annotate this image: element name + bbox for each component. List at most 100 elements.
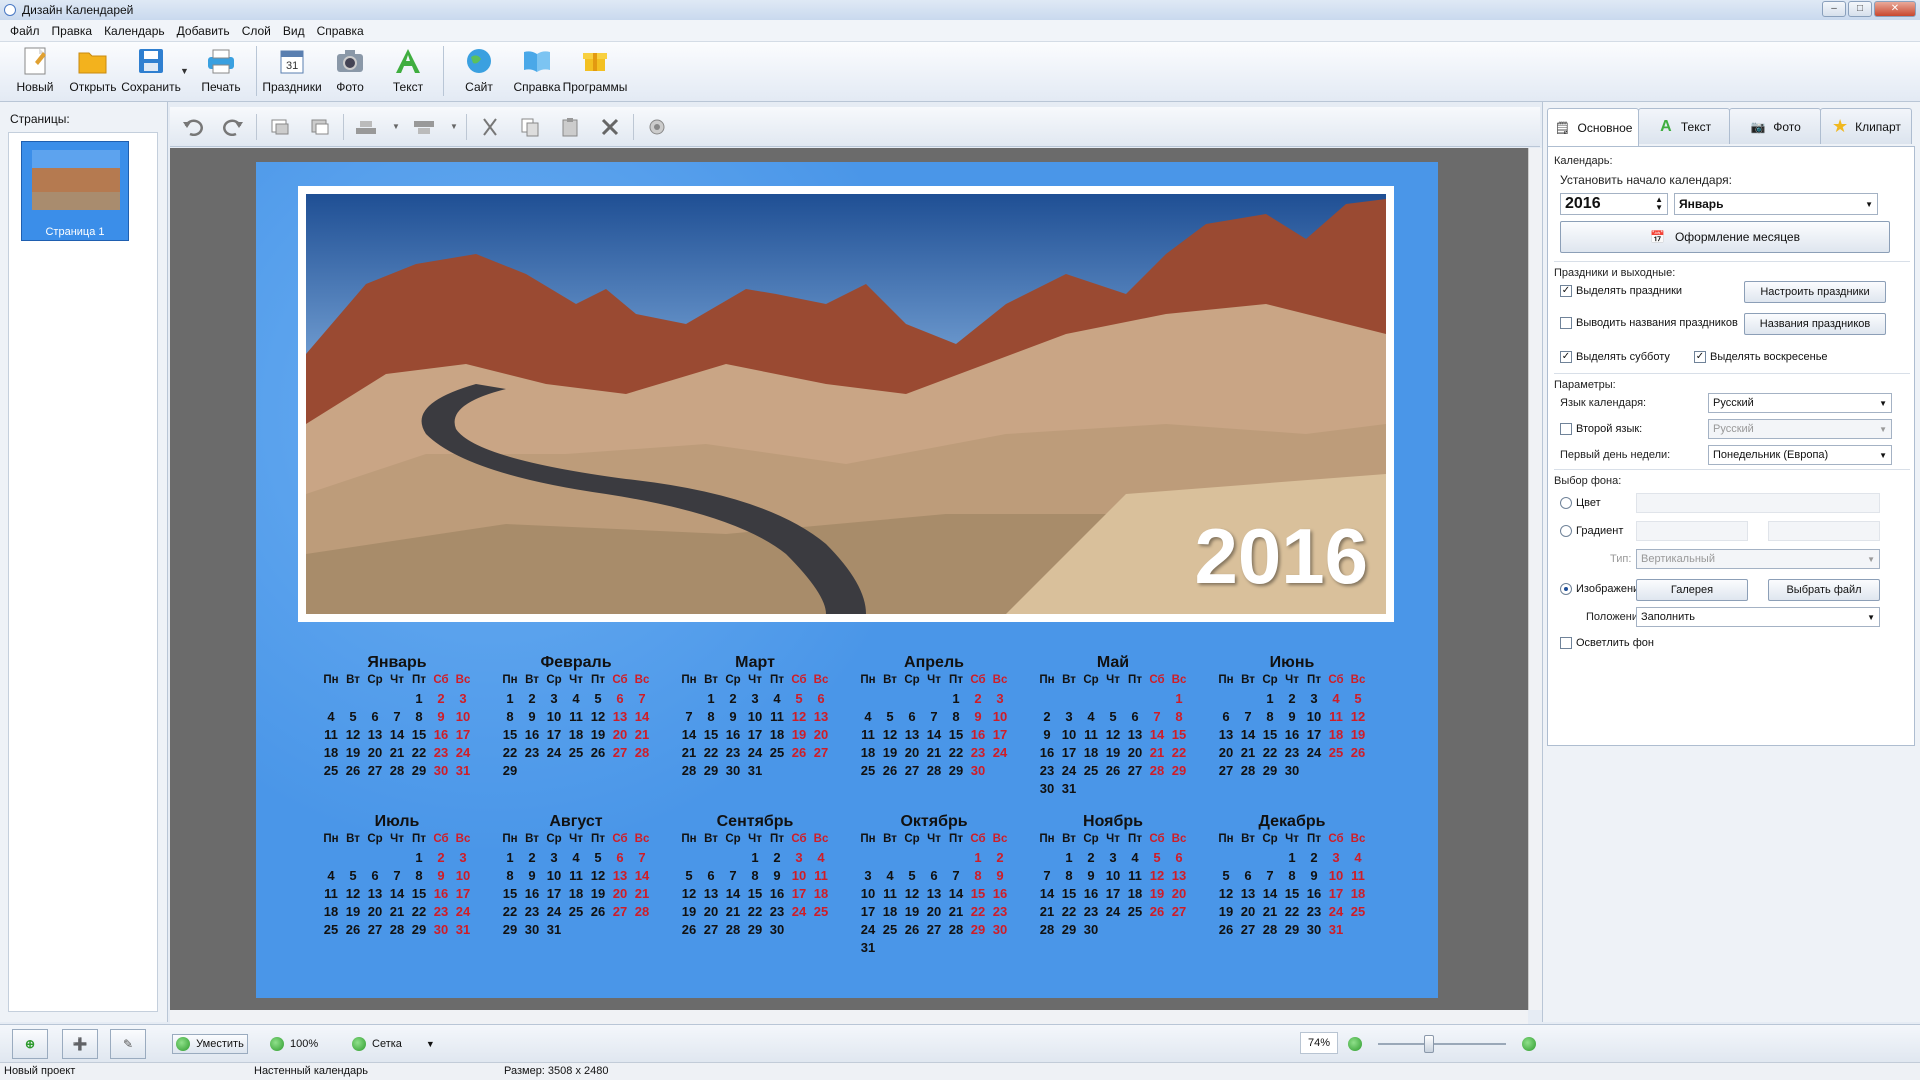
photo-button[interactable]: Фото: [321, 42, 379, 98]
menu-file[interactable]: Файл: [4, 24, 46, 38]
day-cell: 27: [904, 763, 920, 778]
redo-icon[interactable]: [216, 113, 250, 141]
day-cell: 27: [1127, 763, 1143, 778]
delete-icon[interactable]: [593, 113, 627, 141]
day-cell: 2: [1310, 850, 1318, 865]
tab-main[interactable]: 🗒 Основное: [1547, 108, 1639, 146]
page-thumbnail[interactable]: Страница 1: [21, 141, 129, 241]
first-day-select[interactable]: Понедельник (Европа) ▼: [1708, 445, 1892, 465]
print-button[interactable]: Печать: [192, 42, 250, 98]
calendar-page[interactable]: 2016 Январь Пн Вт Ср Чт Пт Сб Вс 1 2 3 4 5 6 7 8 9 10 11 12…: [256, 162, 1438, 998]
cut-icon[interactable]: [473, 113, 507, 141]
menu-calendar[interactable]: Календарь: [98, 24, 171, 38]
align-icon[interactable]: [350, 113, 384, 141]
menu-layer[interactable]: Слой: [236, 24, 277, 38]
minimize-button[interactable]: –: [1822, 1, 1846, 17]
day-cell: 9: [528, 709, 536, 724]
menu-add[interactable]: Добавить: [171, 24, 236, 38]
zoom-100-button[interactable]: 100%: [270, 1037, 318, 1051]
new-button[interactable]: Новый: [6, 42, 64, 98]
day-cell: 6: [616, 850, 624, 865]
day-cell: 27: [1171, 904, 1187, 919]
bg-gradient-radio[interactable]: Градиент: [1560, 525, 1623, 537]
configure-holidays-button[interactable]: Настроить праздники: [1744, 281, 1886, 303]
day-cell: 10: [860, 886, 876, 901]
day-cell: 11: [770, 709, 784, 724]
choose-file-button[interactable]: Выбрать файл: [1768, 579, 1880, 601]
site-button[interactable]: Сайт: [450, 42, 508, 98]
gallery-button[interactable]: Галерея: [1636, 579, 1748, 601]
highlight-saturday-checkbox[interactable]: ✓ Выделять субботу: [1560, 351, 1670, 363]
horizontal-scrollbar[interactable]: [170, 1010, 1528, 1024]
months-design-button[interactable]: 📅 Оформление месяцев: [1560, 221, 1890, 253]
spinner-arrows-icon[interactable]: ▲ ▼: [1655, 196, 1663, 212]
weekday-header: Ср: [1083, 674, 1099, 686]
fit-button[interactable]: Уместить: [172, 1034, 248, 1054]
bring-front-icon[interactable]: [263, 113, 297, 141]
grid-toggle[interactable]: Сетка ▼: [352, 1037, 435, 1051]
day-cell: 13: [612, 709, 628, 724]
tab-text[interactable]: A Текст: [1638, 108, 1730, 144]
second-language-checkbox[interactable]: Второй язык:: [1560, 423, 1642, 435]
holidays-button[interactable]: 31 Праздники: [262, 42, 322, 98]
day-cell: 21: [634, 886, 650, 901]
properties-icon[interactable]: [640, 113, 674, 141]
menu-view[interactable]: Вид: [277, 24, 311, 38]
start-year-value: 2016: [1565, 195, 1601, 212]
days-grid: Пн Вт Ср Чт Пт Сб Вс 1 2 3 4 5 6 7 8 9 10 11 12 13 14 15 16 17 1…: [491, 674, 661, 781]
distribute-icon[interactable]: [408, 113, 442, 141]
holiday-names-button[interactable]: Названия праздников: [1744, 313, 1886, 335]
close-button[interactable]: ✕: [1874, 1, 1916, 17]
maximize-button[interactable]: □: [1848, 1, 1872, 17]
save-button[interactable]: Сохранить: [121, 42, 181, 98]
undo-icon[interactable]: [176, 113, 210, 141]
zoom-slider-track[interactable]: [1378, 1043, 1506, 1045]
start-year-spinner[interactable]: 2016 ▲ ▼: [1560, 193, 1668, 215]
menu-help[interactable]: Справка: [311, 24, 370, 38]
zoom-out-button[interactable]: [1348, 1037, 1368, 1051]
tab-clipart[interactable]: ★ Клипарт: [1820, 108, 1912, 144]
programs-button[interactable]: Программы: [563, 42, 627, 98]
photo-frame[interactable]: 2016: [298, 186, 1394, 622]
insert-page-button[interactable]: ➕: [62, 1029, 98, 1059]
day-cell: 21: [948, 904, 964, 919]
chevron-down-icon[interactable]: ▼: [426, 1039, 435, 1049]
save-dropdown-icon[interactable]: ▼: [180, 42, 192, 76]
status-type: Настенный календарь: [254, 1065, 369, 1077]
help-button[interactable]: Справка: [508, 42, 566, 98]
day-cell: 8: [707, 709, 715, 724]
position-select[interactable]: Заполнить ▼: [1636, 607, 1880, 627]
bg-color-radio[interactable]: Цвет: [1560, 497, 1601, 509]
show-holiday-names-checkbox[interactable]: Выводить названия праздников: [1560, 317, 1738, 329]
zoom-slider-thumb[interactable]: [1424, 1035, 1434, 1053]
tab-photo[interactable]: 📷 Фото: [1729, 108, 1821, 144]
day-cell: 5: [1109, 709, 1117, 724]
lighten-bg-checkbox[interactable]: Осветлить фон: [1560, 637, 1654, 649]
day-cell: 8: [415, 868, 423, 883]
menu-edit[interactable]: Правка: [46, 24, 99, 38]
highlight-sunday-checkbox[interactable]: ✓ Выделять воскресенье: [1694, 351, 1828, 363]
start-month-select[interactable]: Январь ▼: [1674, 193, 1878, 215]
day-cell: 4: [1332, 691, 1340, 706]
align-dropdown-icon[interactable]: ▼: [390, 113, 402, 141]
days-grid: Пн Вт Ср Чт Пт Сб Вс 1 2 3 4 5 6 7 8 9 10 11 12 13 14 15 16 17 1…: [312, 674, 482, 781]
bg-image-radio[interactable]: Изображение: [1560, 583, 1645, 595]
zoom-level-field[interactable]: 74%: [1300, 1032, 1338, 1054]
photo-year-text[interactable]: 2016: [1194, 511, 1368, 602]
send-back-icon[interactable]: [303, 113, 337, 141]
day-cell: 26: [1105, 763, 1121, 778]
delete-page-button[interactable]: ✎: [110, 1029, 146, 1059]
zoom-in-button[interactable]: [1522, 1037, 1542, 1051]
text-button[interactable]: Текст: [379, 42, 437, 98]
calendar-language-select[interactable]: Русский ▼: [1708, 393, 1892, 413]
vertical-scrollbar[interactable]: [1528, 148, 1542, 1010]
add-page-button[interactable]: ⊕: [12, 1029, 48, 1059]
highlight-holidays-checkbox[interactable]: ✓ Выделять праздники: [1560, 285, 1682, 297]
distribute-dropdown-icon[interactable]: ▼: [448, 113, 460, 141]
day-cell: 21: [1149, 745, 1165, 760]
weekday-header: Чт: [1285, 833, 1299, 845]
copy-icon[interactable]: [513, 113, 547, 141]
open-button[interactable]: Открыть: [64, 42, 122, 98]
month-block: Декабрь Пн Вт Ср Чт Пт Сб Вс 1 2 3 4 5 6 7 8 9 10 11 12 13 14…: [1207, 813, 1377, 958]
paste-icon[interactable]: [553, 113, 587, 141]
